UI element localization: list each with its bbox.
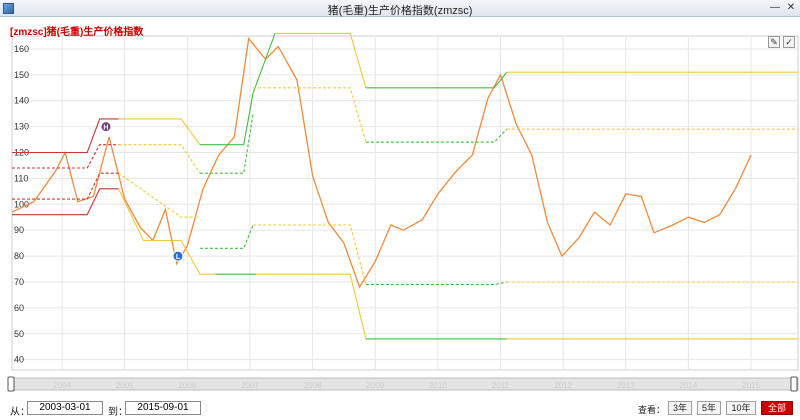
- chart-title: [zmzsc]猪(毛重)生产价格指数: [10, 27, 144, 38]
- x-tick-label: 2012: [554, 381, 572, 390]
- from-date-input[interactable]: 2003-03-01: [27, 401, 103, 415]
- x-tick-label: 2004: [53, 381, 71, 390]
- view-label: 查看：: [638, 405, 666, 415]
- marker-label: H: [103, 125, 108, 132]
- check-icon[interactable]: ✓: [783, 36, 795, 48]
- x-tick-label: 2013: [617, 381, 635, 390]
- y-tick-label: 90: [14, 225, 24, 235]
- x-tick-label: 2009: [366, 381, 384, 390]
- navigator-handle-left[interactable]: [7, 376, 15, 392]
- y-tick-label: 140: [14, 96, 29, 106]
- x-tick-label: 2015: [742, 381, 760, 390]
- x-tick-label: 2011: [492, 381, 510, 390]
- y-tick-label: 70: [14, 277, 24, 287]
- x-tick-label: 2005: [116, 381, 134, 390]
- navigator-handle-right[interactable]: [790, 376, 798, 392]
- y-tick-label: 130: [14, 122, 29, 132]
- y-tick-label: 50: [14, 329, 24, 339]
- pencil-icon[interactable]: ✎: [768, 36, 780, 48]
- y-tick-label: 110: [14, 173, 28, 183]
- marker-label: L: [176, 254, 181, 261]
- x-tick-label: 2008: [304, 381, 322, 390]
- y-tick-label: 80: [14, 251, 24, 261]
- y-tick-label: 160: [14, 44, 29, 54]
- x-tick-label: 2007: [241, 381, 259, 390]
- y-tick-label: 150: [14, 70, 29, 80]
- view-10y-button[interactable]: 10年: [726, 401, 756, 415]
- price-index-chart: 405060708090100110120130140150160 HL 200…: [7, 32, 799, 392]
- plot-frame: [11, 35, 799, 371]
- x-tick-label: 2010: [429, 381, 447, 390]
- view-5y-button[interactable]: 5年: [697, 401, 721, 415]
- x-tick-label: 2014: [679, 381, 697, 390]
- x-tick-label: 2006: [178, 381, 196, 390]
- y-tick-label: 60: [14, 303, 24, 313]
- to-date-input[interactable]: 2015-09-01: [125, 401, 201, 415]
- view-all-button[interactable]: 全部: [761, 401, 793, 415]
- y-tick-label: 40: [14, 355, 24, 365]
- view-3y-button[interactable]: 3年: [668, 401, 692, 415]
